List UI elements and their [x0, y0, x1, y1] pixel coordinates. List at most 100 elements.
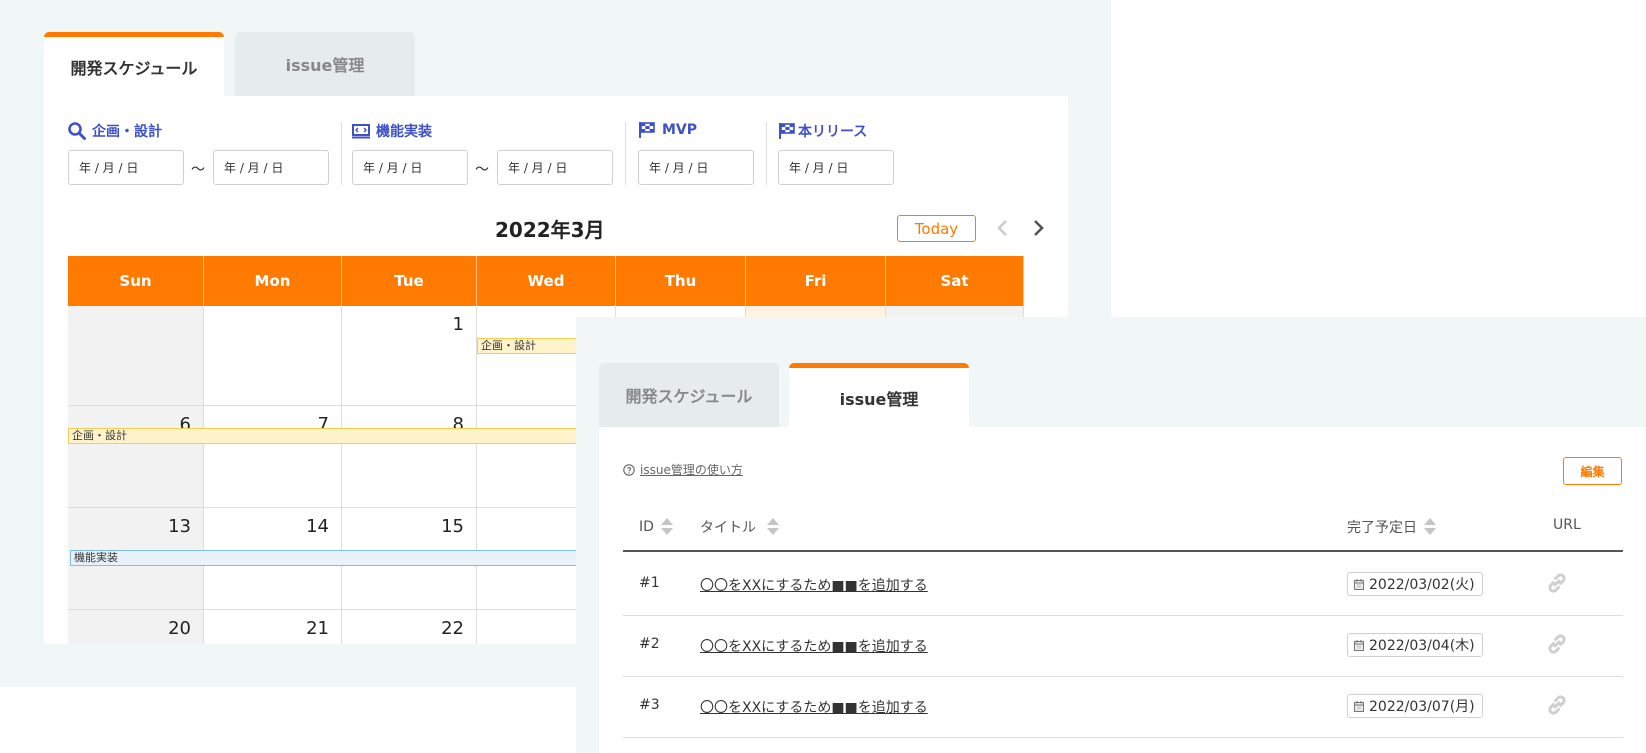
- implementation-end-placeholder: 年 / 月 / 日: [508, 161, 568, 175]
- calendar-day-cell[interactable]: 6: [68, 406, 204, 508]
- flag-icon: [639, 122, 655, 138]
- calendar-icon: [1354, 700, 1364, 712]
- weekday-header-fri: Fri: [746, 256, 886, 306]
- phase-divider: [625, 122, 626, 185]
- planning-start-placeholder: 年 / 月 / 日: [79, 161, 139, 175]
- issue-id: #1: [639, 575, 660, 591]
- phase-release-label: 本リリース: [778, 121, 867, 141]
- calendar-weekday-header: Sun Mon Tue Wed Thu Fri Sat: [68, 256, 1024, 306]
- implementation-end-date-field[interactable]: 年 / 月 / 日: [497, 150, 613, 185]
- phase-release-text: 本リリース: [798, 124, 868, 140]
- weekday-header-mon: Mon: [204, 256, 342, 306]
- due-date-text: 2022/03/04(木): [1369, 638, 1475, 654]
- calendar-day-cell[interactable]: [68, 306, 204, 406]
- tab-issue-label: issue管理: [285, 56, 365, 75]
- phase-implementation-text: 機能実装: [376, 124, 432, 140]
- issue-id: #2: [639, 636, 660, 652]
- link-icon[interactable]: [1544, 570, 1570, 596]
- weekday-header-thu: Thu: [616, 256, 746, 306]
- weekday-header-sun: Sun: [68, 256, 204, 306]
- calendar-day-cell[interactable]: 21: [204, 610, 342, 644]
- tab-schedule-label: 開発スケジュール: [70, 58, 198, 78]
- release-date-field[interactable]: 年 / 月 / 日: [778, 150, 894, 185]
- calendar-day-number: 22: [441, 618, 464, 639]
- calendar-day-cell[interactable]: 8: [342, 406, 477, 508]
- calendar-day-cell[interactable]: 22: [342, 610, 477, 644]
- search-icon: [68, 122, 86, 140]
- weekday-header-wed: Wed: [477, 256, 616, 306]
- column-header-title[interactable]: タイトル: [700, 517, 780, 537]
- column-header-id[interactable]: ID: [639, 517, 674, 537]
- tab-schedule[interactable]: 開発スケジュール: [599, 363, 779, 427]
- due-date-text: 2022/03/02(火): [1369, 577, 1475, 593]
- column-header-url-label: URL: [1553, 517, 1581, 533]
- calendar-day-cell[interactable]: 7: [204, 406, 342, 508]
- phase-mvp-text: MVP: [662, 122, 698, 138]
- flag-icon: [779, 123, 795, 139]
- next-month-icon[interactable]: [1028, 218, 1048, 238]
- due-date-chip[interactable]: 2022/03/02(火): [1347, 572, 1483, 596]
- issue-panel: 開発スケジュール issue管理 issue管理の使い方 編集 ID タイトル …: [576, 317, 1646, 753]
- calendar-day-number: 21: [306, 618, 329, 639]
- planning-end-placeholder: 年 / 月 / 日: [224, 161, 284, 175]
- calendar-icon: [1354, 639, 1364, 651]
- link-icon[interactable]: [1544, 692, 1570, 718]
- planning-range-tilde: 〜: [191, 162, 205, 178]
- issue-help-link[interactable]: issue管理の使い方: [623, 461, 743, 478]
- tab-schedule-label: 開発スケジュール: [625, 387, 753, 406]
- calendar-day-number: 15: [441, 516, 464, 537]
- phase-mvp-label: MVP: [638, 121, 697, 139]
- calendar-month-title: 2022年3月: [495, 218, 605, 242]
- planning-end-date-field[interactable]: 年 / 月 / 日: [213, 150, 329, 185]
- implementation-start-date-field[interactable]: 年 / 月 / 日: [352, 150, 468, 185]
- issue-help-link-label: issue管理の使い方: [640, 463, 743, 477]
- issue-title-link[interactable]: 〇〇をXXにするため■■を追加する: [700, 697, 928, 717]
- mvp-date-field[interactable]: 年 / 月 / 日: [638, 150, 754, 185]
- issue-id: #3: [639, 697, 660, 713]
- weekday-header-sat: Sat: [886, 256, 1024, 306]
- column-header-due-label: 完了予定日: [1347, 520, 1417, 536]
- column-header-id-label: ID: [639, 519, 654, 535]
- code-icon: [352, 124, 370, 139]
- prev-month-icon[interactable]: [993, 218, 1013, 238]
- tab-issue-label: issue管理: [839, 389, 919, 409]
- table-row-divider: [623, 615, 1623, 616]
- tab-schedule[interactable]: 開発スケジュール: [44, 32, 224, 96]
- issue-title-link[interactable]: 〇〇をXXにするため■■を追加する: [700, 636, 928, 656]
- due-date-chip[interactable]: 2022/03/04(木): [1347, 633, 1483, 657]
- planning-start-date-field[interactable]: 年 / 月 / 日: [68, 150, 184, 185]
- column-header-due[interactable]: 完了予定日: [1347, 517, 1437, 537]
- phase-planning-text: 企画・設計: [92, 124, 162, 140]
- sort-icon[interactable]: [1423, 517, 1437, 537]
- table-row-divider: [623, 737, 1623, 738]
- implementation-start-placeholder: 年 / 月 / 日: [363, 161, 423, 175]
- column-header-title-label: タイトル: [700, 520, 756, 536]
- tab-issue[interactable]: issue管理: [235, 32, 415, 96]
- link-icon[interactable]: [1544, 631, 1570, 657]
- sort-icon[interactable]: [766, 517, 780, 537]
- phase-divider: [766, 122, 767, 185]
- table-row-divider: [623, 676, 1623, 677]
- issue-title-link[interactable]: 〇〇をXXにするため■■を追加する: [700, 575, 928, 595]
- calendar-day-cell[interactable]: [204, 306, 342, 406]
- calendar-icon: [1354, 578, 1364, 590]
- weekday-header-tue: Tue: [342, 256, 477, 306]
- edit-button[interactable]: 編集: [1563, 457, 1622, 485]
- due-date-chip[interactable]: 2022/03/07(月): [1347, 694, 1483, 718]
- calendar-day-number: 14: [306, 516, 329, 537]
- today-button[interactable]: Today: [897, 215, 976, 242]
- phase-divider: [341, 122, 342, 185]
- calendar-day-cell[interactable]: 20: [68, 610, 204, 644]
- mvp-date-placeholder: 年 / 月 / 日: [649, 161, 709, 175]
- calendar-day-cell[interactable]: 1: [342, 306, 477, 406]
- calendar-day-number: 20: [168, 618, 191, 639]
- sort-icon[interactable]: [660, 517, 674, 537]
- due-date-text: 2022/03/07(月): [1369, 699, 1475, 715]
- implementation-range-tilde: 〜: [475, 162, 489, 178]
- question-circle-icon: [623, 463, 635, 476]
- phase-implementation-label: 機能実装: [352, 121, 432, 141]
- calendar-day-number: 1: [452, 314, 464, 335]
- column-header-url: URL: [1553, 517, 1581, 533]
- tab-issue[interactable]: issue管理: [789, 363, 969, 427]
- calendar-day-number: 13: [168, 516, 191, 537]
